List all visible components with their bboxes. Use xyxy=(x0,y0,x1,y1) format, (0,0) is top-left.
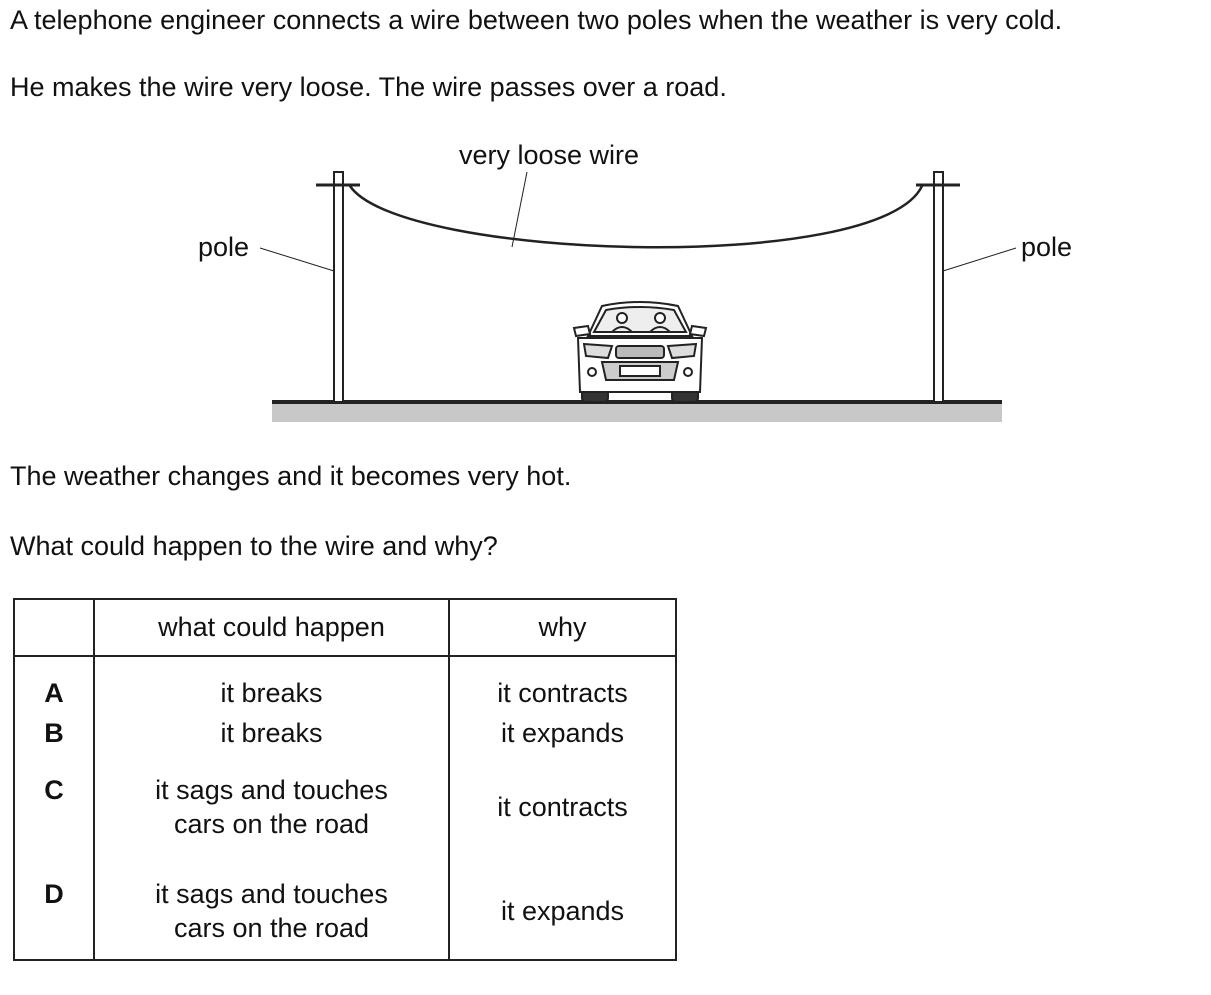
table-row: A it breaks it contracts xyxy=(14,656,676,715)
option-letter: B xyxy=(44,718,64,748)
right-pole xyxy=(916,171,960,403)
wire-label: very loose wire xyxy=(459,140,639,170)
option-letter: D xyxy=(44,879,64,909)
right-pole-leader-line xyxy=(942,247,1017,272)
option-what-line-2: cars on the road xyxy=(173,913,370,943)
left-pole-leader-line xyxy=(259,247,335,272)
table-row: B it breaks it expands xyxy=(14,715,676,773)
header-letter-cell xyxy=(14,599,95,657)
right-pole-label: pole xyxy=(1021,232,1072,262)
question-prompt: What could happen to the wire and why? xyxy=(10,531,498,561)
option-why: it contracts xyxy=(497,792,628,822)
answer-table: what could happen why A it breaks it con… xyxy=(13,598,677,961)
option-letter: A xyxy=(44,678,64,708)
table-row: C it sags and touches cars on the road i… xyxy=(14,773,676,877)
wire-poles-diagram: very loose wire pole pole xyxy=(198,140,1072,422)
car-icon xyxy=(572,301,708,403)
left-pole xyxy=(316,171,360,403)
option-why: it expands xyxy=(500,718,625,748)
option-why: it expands xyxy=(500,896,625,926)
table-header-row: what could happen why xyxy=(14,599,676,657)
left-pole-label: pole xyxy=(198,232,249,262)
header-why: why xyxy=(449,599,676,657)
table-row: D it sags and touches cars on the road i… xyxy=(14,877,676,960)
option-letter: C xyxy=(44,775,64,805)
option-what-line-2: cars on the road xyxy=(173,809,370,839)
road xyxy=(272,402,1002,422)
wire-leader-line xyxy=(511,171,528,248)
option-why: it contracts xyxy=(497,678,628,708)
option-what-line-1: it sags and touches xyxy=(155,775,388,805)
option-what-line-1: it sags and touches xyxy=(155,879,388,909)
option-what: it breaks xyxy=(220,678,323,708)
loose-wire xyxy=(348,185,924,249)
header-what-could-happen: what could happen xyxy=(94,599,450,657)
option-what: it breaks xyxy=(220,718,323,748)
change-text: The weather changes and it becomes very … xyxy=(10,461,572,491)
